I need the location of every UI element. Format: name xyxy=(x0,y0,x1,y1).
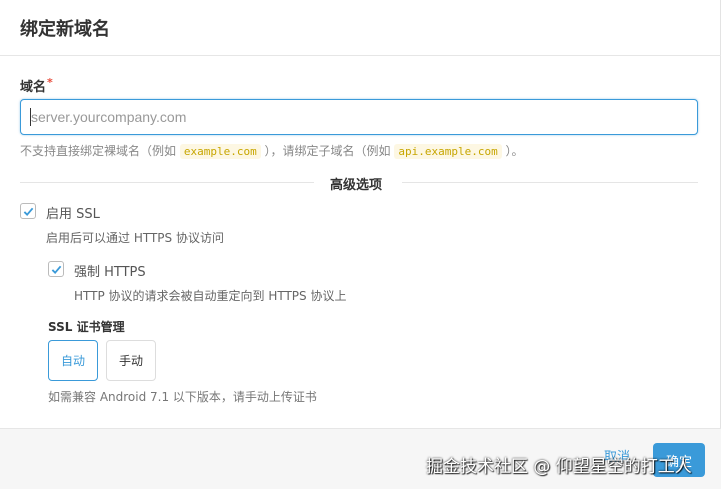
domain-label-text: 域名 xyxy=(20,80,47,95)
help-example-subdomain: api.example.com xyxy=(394,144,502,159)
help-example-root-domain: example.com xyxy=(179,144,261,159)
divider-right xyxy=(402,182,698,183)
checkmark-icon xyxy=(51,265,62,275)
cert-compat-note: 如需兼容 Android 7.1 以下版本，请手动上传证书 xyxy=(48,390,317,404)
dialog-header: 绑定新域名 xyxy=(0,0,721,56)
watermark-text: 掘金技术社区 @ 仰望星空的打工人 xyxy=(426,457,692,477)
help-middle: ），请绑定子域名（例如 xyxy=(264,144,391,158)
dialog-title: 绑定新域名 xyxy=(20,19,110,40)
enable-ssl-description: 启用后可以通过 HTTPS 协议访问 xyxy=(46,231,224,245)
domain-help-text: 不支持直接绑定裸域名（例如 example.com ），请绑定子域名（例如 ap… xyxy=(20,142,524,159)
force-https-checkbox[interactable] xyxy=(48,261,64,277)
advanced-options-heading: 高级选项 xyxy=(330,178,383,193)
enable-ssl-label[interactable]: 启用 SSL xyxy=(46,203,100,222)
bind-domain-dialog: 绑定新域名 域名* 不支持直接绑定裸域名（例如 example.com ），请绑… xyxy=(0,0,721,489)
cert-manual-option[interactable]: 手动 xyxy=(106,340,156,381)
help-prefix: 不支持直接绑定裸域名（例如 xyxy=(20,144,177,158)
domain-label: 域名* xyxy=(20,76,53,95)
ssl-cert-management-title: SSL 证书管理 xyxy=(48,320,125,334)
force-https-description: HTTP 协议的请求会被自动重定向到 HTTPS 协议上 xyxy=(74,289,347,303)
text-cursor xyxy=(30,108,31,126)
divider-left xyxy=(20,182,314,183)
domain-input[interactable] xyxy=(20,99,698,135)
help-suffix: ）。 xyxy=(505,144,524,158)
cert-auto-option[interactable]: 自动 xyxy=(48,340,98,381)
force-https-label[interactable]: 强制 HTTPS xyxy=(74,261,146,280)
enable-ssl-checkbox[interactable] xyxy=(20,203,36,219)
checkmark-icon xyxy=(23,207,34,217)
required-mark: * xyxy=(47,76,53,89)
